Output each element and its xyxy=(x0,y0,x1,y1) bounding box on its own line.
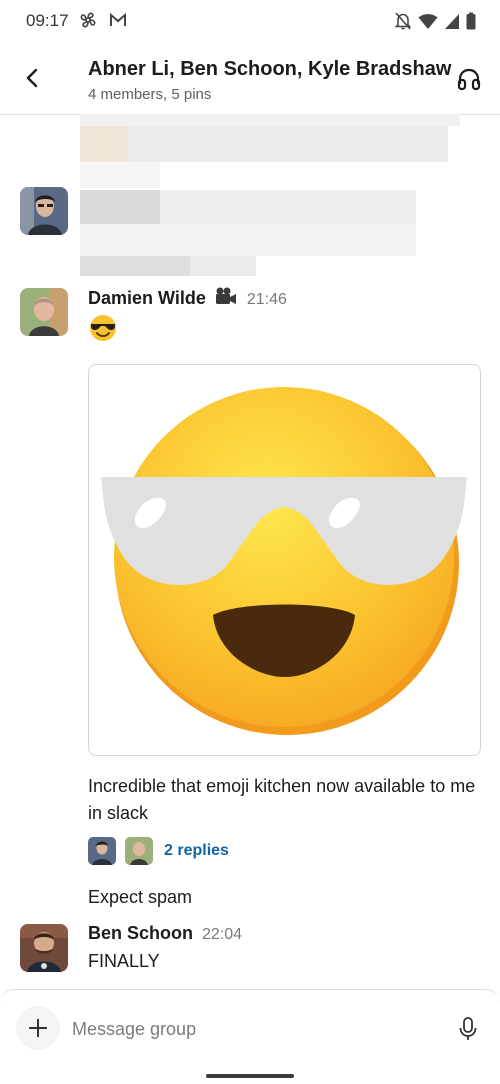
redacted-text-block xyxy=(190,256,256,276)
emoji-kitchen-image[interactable] xyxy=(88,364,481,756)
avatar-photo xyxy=(20,924,68,972)
home-indicator[interactable] xyxy=(206,1074,294,1078)
author-name[interactable]: Ben Schoon xyxy=(88,923,193,943)
huddle-button[interactable] xyxy=(456,66,482,92)
author-name[interactable]: Damien Wilde xyxy=(88,288,206,308)
battery-icon xyxy=(466,12,476,30)
reply-avatar xyxy=(125,837,153,865)
redacted-text-block xyxy=(80,114,460,126)
status-time: 09:17 xyxy=(26,11,69,30)
redacted-text-block xyxy=(80,126,128,162)
headphones-icon xyxy=(457,68,481,91)
replies-link[interactable]: 2 replies xyxy=(164,842,229,860)
avatar-photo xyxy=(20,187,68,235)
redacted-text-block xyxy=(80,162,160,188)
conversation-subtitle[interactable]: 4 members, 5 pins xyxy=(88,86,211,103)
redacted-text-block xyxy=(80,256,190,276)
add-attachment-button[interactable] xyxy=(16,1006,60,1050)
message-text: Expect spam xyxy=(88,887,193,907)
smiling-face-with-sunglasses-icon xyxy=(90,315,116,341)
message-time: 22:04 xyxy=(202,926,243,943)
gmail-icon xyxy=(110,12,126,26)
status-bar: 09:17 xyxy=(0,0,500,44)
redacted-text-block xyxy=(160,190,416,224)
reply-avatar xyxy=(88,837,116,865)
avatar-photo xyxy=(20,288,68,336)
smiling-face-with-sunglasses-icon xyxy=(101,387,467,735)
message-header: Damien Wilde 21:46 xyxy=(88,286,287,311)
pinwheel-icon xyxy=(80,12,96,28)
message-emoji xyxy=(88,313,118,343)
avatar[interactable] xyxy=(20,924,68,972)
message-header: Ben Schoon 22:04 xyxy=(88,923,242,944)
wifi-icon xyxy=(418,14,438,29)
back-button[interactable] xyxy=(18,64,46,92)
redacted-text-block xyxy=(80,190,160,224)
avatar[interactable] xyxy=(20,187,68,235)
redacted-message xyxy=(0,114,500,279)
conversation-title[interactable]: Abner Li, Ben Schoon, Kyle Bradshaw xyxy=(88,58,451,81)
plus-icon xyxy=(29,1019,47,1037)
avatar[interactable] xyxy=(20,288,68,336)
signal-icon xyxy=(445,14,459,29)
voice-message-button[interactable] xyxy=(456,1016,480,1042)
channel-header: Abner Li, Ben Schoon, Kyle Bradshaw 4 me… xyxy=(0,44,500,115)
microphone-icon xyxy=(459,1017,477,1040)
redacted-text-block xyxy=(80,224,416,256)
message-time: 21:46 xyxy=(246,291,287,308)
thread-replies[interactable]: 2 replies xyxy=(88,836,229,866)
message-text: Incredible that emoji kitchen now availa… xyxy=(88,776,476,823)
redacted-text-block xyxy=(128,126,448,162)
chevron-left-icon xyxy=(26,68,38,88)
message-composer xyxy=(0,989,500,1084)
message-input[interactable] xyxy=(72,1014,432,1044)
message-text: FINALLY xyxy=(88,951,160,971)
video-camera-icon xyxy=(214,286,238,311)
bell-off-icon xyxy=(394,12,412,30)
